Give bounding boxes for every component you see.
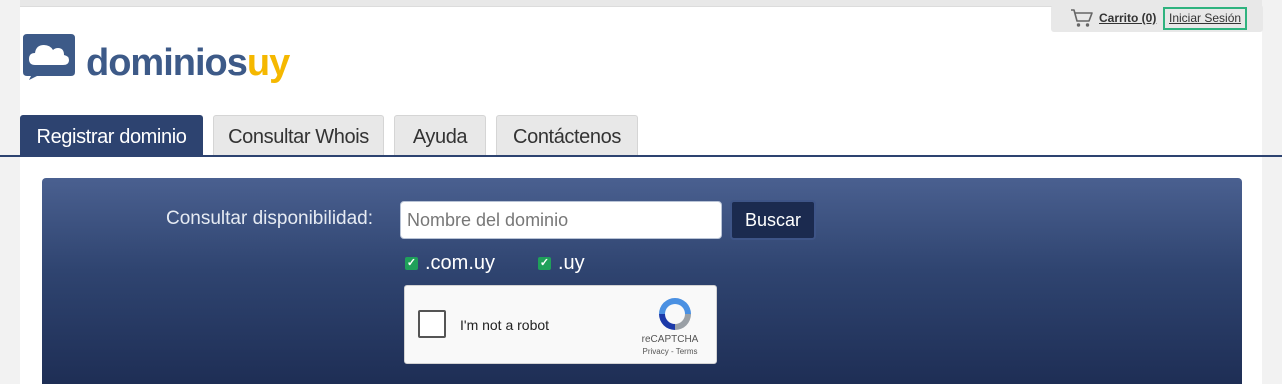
- tab-contactenos[interactable]: Contáctenos: [496, 115, 638, 155]
- search-button[interactable]: Buscar: [730, 200, 816, 240]
- recaptcha-label: I'm not a robot: [460, 317, 550, 333]
- utility-bar: Carrito (0) Iniciar Sesión: [1051, 5, 1263, 32]
- tab-registrar-dominio[interactable]: Registrar dominio: [20, 115, 203, 155]
- tab-consultar-whois[interactable]: Consultar Whois: [213, 115, 384, 155]
- checkmark-icon[interactable]: ✓: [538, 257, 551, 270]
- tld-option-uy[interactable]: ✓ .uy: [538, 252, 598, 274]
- cloud-logo-icon[interactable]: [21, 32, 77, 80]
- recaptcha-logo-icon: [659, 298, 691, 330]
- tab-ayuda[interactable]: Ayuda: [394, 115, 486, 155]
- logo-text-accent: uy: [246, 42, 290, 84]
- cart-link[interactable]: Carrito (0): [1099, 11, 1156, 25]
- tab-underline: [0, 155, 1282, 157]
- checkmark-icon[interactable]: ✓: [405, 257, 418, 270]
- domain-search-input[interactable]: [400, 201, 722, 239]
- recaptcha-terms-links[interactable]: Privacy - Terms: [627, 347, 713, 356]
- tld-label: .uy: [558, 252, 585, 274]
- recaptcha-brand: reCAPTCHA: [641, 334, 699, 345]
- login-link[interactable]: Iniciar Sesión: [1163, 7, 1248, 30]
- tld-label: .com.uy: [425, 252, 496, 274]
- search-panel: Consultar disponibilidad: Buscar ✓ .com.…: [42, 178, 1242, 384]
- search-label: Consultar disponibilidad:: [166, 208, 374, 229]
- logo-text-primary: dominios: [86, 42, 248, 84]
- recaptcha-checkbox[interactable]: [418, 310, 446, 338]
- logo-wordmark[interactable]: dominiosuy: [86, 41, 290, 85]
- tld-option-com-uy[interactable]: ✓ .com.uy: [405, 252, 505, 274]
- cart-icon[interactable]: [1070, 8, 1094, 28]
- recaptcha-widget: I'm not a robot reCAPTCHA Privacy - Term…: [404, 285, 717, 364]
